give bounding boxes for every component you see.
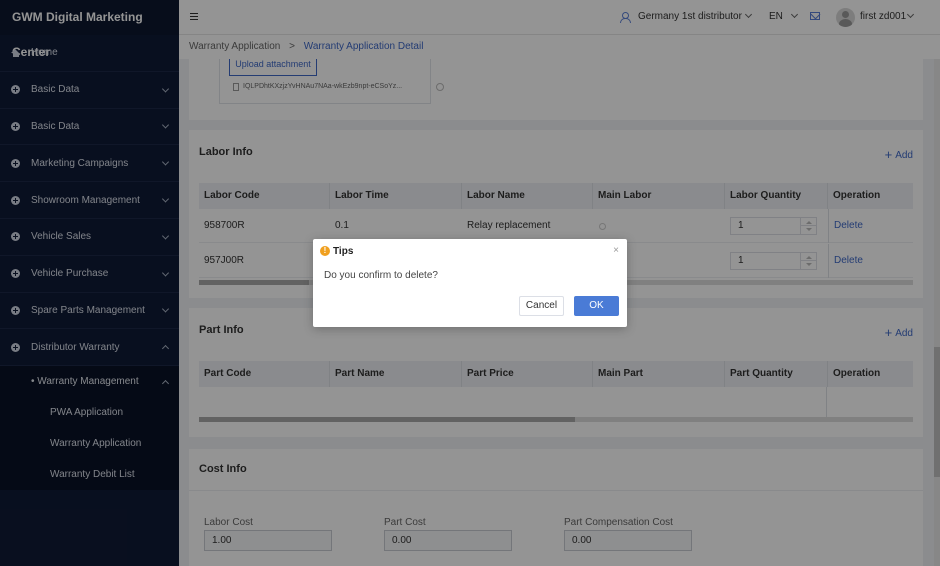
dialog-message: Do you confirm to delete? [324, 270, 438, 281]
cancel-button[interactable]: Cancel [519, 296, 564, 316]
ok-button[interactable]: OK [574, 296, 619, 316]
dialog-title: Tips [333, 246, 354, 257]
confirm-delete-dialog: ! Tips × Do you confirm to delete? Cance… [313, 239, 627, 327]
close-icon[interactable]: × [613, 245, 619, 256]
warning-icon: ! [320, 246, 330, 256]
